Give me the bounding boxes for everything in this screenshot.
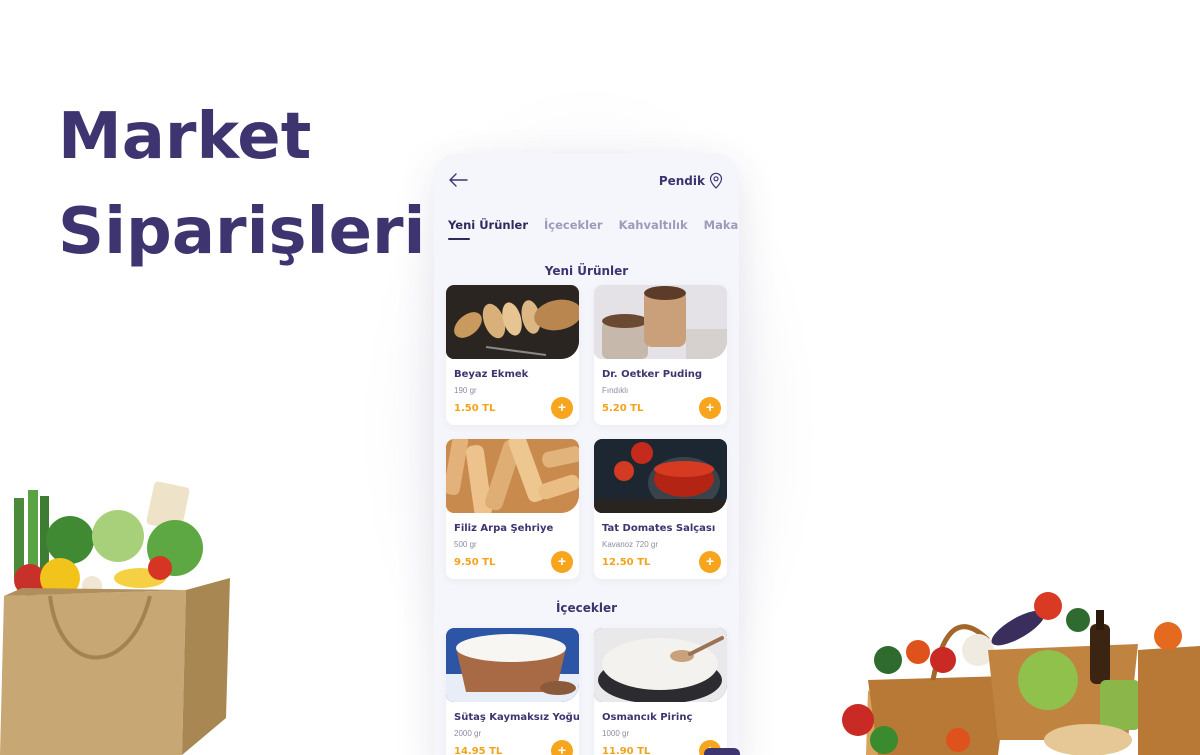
product-image-bread: [446, 285, 579, 359]
product-card[interactable]: Tat Domates Salçası Kavanoz 720 gr 12.50…: [594, 439, 727, 579]
product-image-tomato-paste: [594, 439, 727, 513]
product-name: Sütaş Kaymaksız Yoğurt: [454, 712, 579, 723]
tab-kahvaltilik[interactable]: Kahvaltılık: [619, 218, 688, 240]
product-price: 1.50 TL: [454, 403, 496, 414]
phone-mockup: Pendik Yeni Ürünler İçecekler Kahvaltılık M…: [434, 154, 739, 755]
product-name: Tat Domates Salçası: [602, 523, 716, 534]
product-name: Dr. Oetker Puding: [602, 369, 703, 380]
tab-yeni-urunler[interactable]: Yeni Ürünler: [448, 218, 528, 240]
product-price: 14.95 TL: [454, 746, 503, 755]
product-card[interactable]: Beyaz Ekmek 190 gr 1.50 TL +: [446, 285, 579, 425]
product-image-rice: [594, 628, 727, 702]
location-selector[interactable]: Pendik: [659, 172, 723, 189]
tab-makarnalar[interactable]: Makarnala: [704, 218, 739, 240]
vegetable-baskets-illustration: [842, 592, 1200, 755]
section-title-drinks: İçecekler: [555, 601, 618, 615]
add-to-cart-button[interactable]: +: [551, 397, 573, 419]
product-detail: Kavanoz 720 gr: [602, 540, 659, 549]
product-price: 5.20 TL: [602, 403, 644, 414]
product-detail: Fındıklı: [602, 386, 629, 395]
product-detail: 2000 gr: [454, 729, 482, 738]
category-tabs: Yeni Ürünler İçecekler Kahvaltılık Makarnal…: [448, 214, 739, 240]
product-detail: 190 gr: [454, 386, 477, 395]
product-card[interactable]: Filiz Arpa Şehriye 500 gr 9.50 TL +: [446, 439, 579, 579]
add-to-cart-button[interactable]: +: [551, 551, 573, 573]
section-title-new-products: Yeni Ürünler: [544, 264, 629, 278]
product-card[interactable]: Osmancık Pirinç 1000 gr 11.90 TL +: [594, 628, 727, 755]
product-card[interactable]: Sütaş Kaymaksız Yoğurt 2000 gr 14.95 TL …: [446, 628, 579, 755]
grocery-bag-illustration: [0, 481, 230, 755]
product-image-pudding: [594, 285, 727, 359]
app-topbar: Pendik: [434, 154, 739, 209]
add-to-cart-button[interactable]: +: [699, 551, 721, 573]
product-detail: 500 gr: [454, 540, 477, 549]
add-to-cart-button[interactable]: +: [551, 740, 573, 755]
product-name: Beyaz Ekmek: [454, 369, 529, 380]
bottom-nav-tab[interactable]: [704, 748, 740, 755]
product-image-pasta: [446, 439, 579, 513]
product-name: Filiz Arpa Şehriye: [454, 523, 554, 534]
product-name: Osmancık Pirinç: [602, 712, 693, 723]
product-card[interactable]: Dr. Oetker Puding Fındıklı 5.20 TL +: [594, 285, 727, 425]
product-price: 12.50 TL: [602, 557, 651, 568]
product-price: 9.50 TL: [454, 557, 496, 568]
add-to-cart-button[interactable]: +: [699, 397, 721, 419]
location-label: Pendik: [658, 173, 705, 188]
map-pin-icon: [709, 172, 723, 189]
product-image-yogurt: [446, 628, 579, 702]
product-detail: 1000 gr: [602, 729, 630, 738]
tab-icecekler[interactable]: İçecekler: [544, 218, 603, 240]
product-price: 11.90 TL: [602, 746, 651, 755]
arrow-left-icon[interactable]: [448, 172, 468, 188]
